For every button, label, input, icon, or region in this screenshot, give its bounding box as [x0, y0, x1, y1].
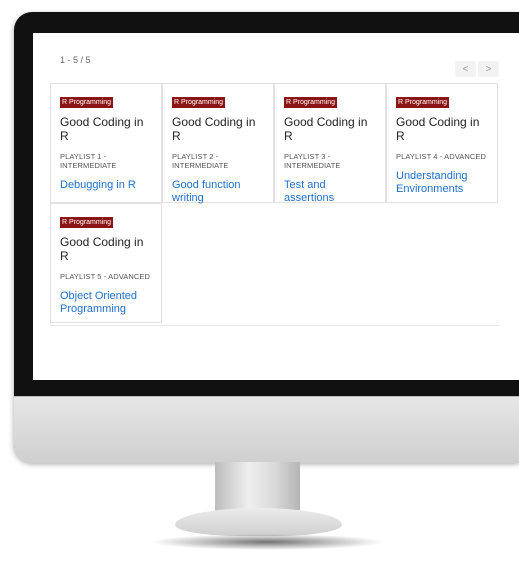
playlist-link[interactable]: Object Oriented Programming — [60, 290, 152, 316]
playlist-card-2[interactable]: R Programming Good Coding in R PLAYLIST … — [162, 83, 274, 205]
category-tag: R Programming — [396, 97, 450, 108]
pagination-counter: 1 - 5 / 5 — [60, 55, 91, 65]
category-tag: R Programming — [172, 97, 226, 108]
category-tag: R Programming — [60, 97, 114, 108]
playlist-link[interactable]: Test and assertions — [284, 179, 376, 205]
playlist-label: PLAYLIST 3 - INTERMEDIATE — [284, 152, 341, 170]
playlist-label: PLAYLIST 5 - ADVANCED — [60, 272, 151, 281]
playlist-link[interactable]: Good function writing — [172, 179, 264, 205]
category-tag: R Programming — [60, 217, 114, 228]
playlist-label: PLAYLIST 4 - ADVANCED — [396, 152, 487, 161]
pagination-controls: < > — [455, 61, 499, 77]
playlist-card-1[interactable]: R Programming Good Coding in R PLAYLIST … — [50, 83, 162, 203]
prev-page-button[interactable]: < — [455, 61, 476, 77]
next-page-button[interactable]: > — [478, 61, 499, 77]
category-tag: R Programming — [284, 97, 338, 108]
playlist-card-5[interactable]: R Programming Good Coding in R PLAYLIST … — [50, 203, 162, 323]
monitor-screen: 1 - 5 / 5 < > R Programming Good Coding … — [33, 33, 519, 380]
monitor-stand-neck — [215, 462, 300, 512]
playlist-label: PLAYLIST 1 - INTERMEDIATE — [60, 152, 117, 170]
playlist-label: PLAYLIST 2 - INTERMEDIATE — [172, 152, 229, 170]
card-title: Good Coding in R — [172, 115, 256, 143]
card-title: Good Coding in R — [284, 115, 368, 143]
card-title: Good Coding in R — [396, 115, 480, 143]
section-divider — [50, 325, 500, 326]
playlist-card-3[interactable]: R Programming Good Coding in R PLAYLIST … — [274, 83, 386, 205]
monitor-stand-base — [175, 508, 342, 536]
playlist-card-4[interactable]: R Programming Good Coding in R PLAYLIST … — [386, 83, 498, 203]
card-title: Good Coding in R — [60, 115, 144, 143]
monitor-stand-shadow — [150, 534, 385, 550]
playlist-link[interactable]: Debugging in R — [60, 179, 152, 192]
monitor-chin — [14, 396, 519, 463]
playlist-link[interactable]: Understanding Environments — [396, 170, 488, 196]
playlist-grid: R Programming Good Coding in R PLAYLIST … — [50, 83, 500, 323]
card-title: Good Coding in R — [60, 235, 144, 263]
